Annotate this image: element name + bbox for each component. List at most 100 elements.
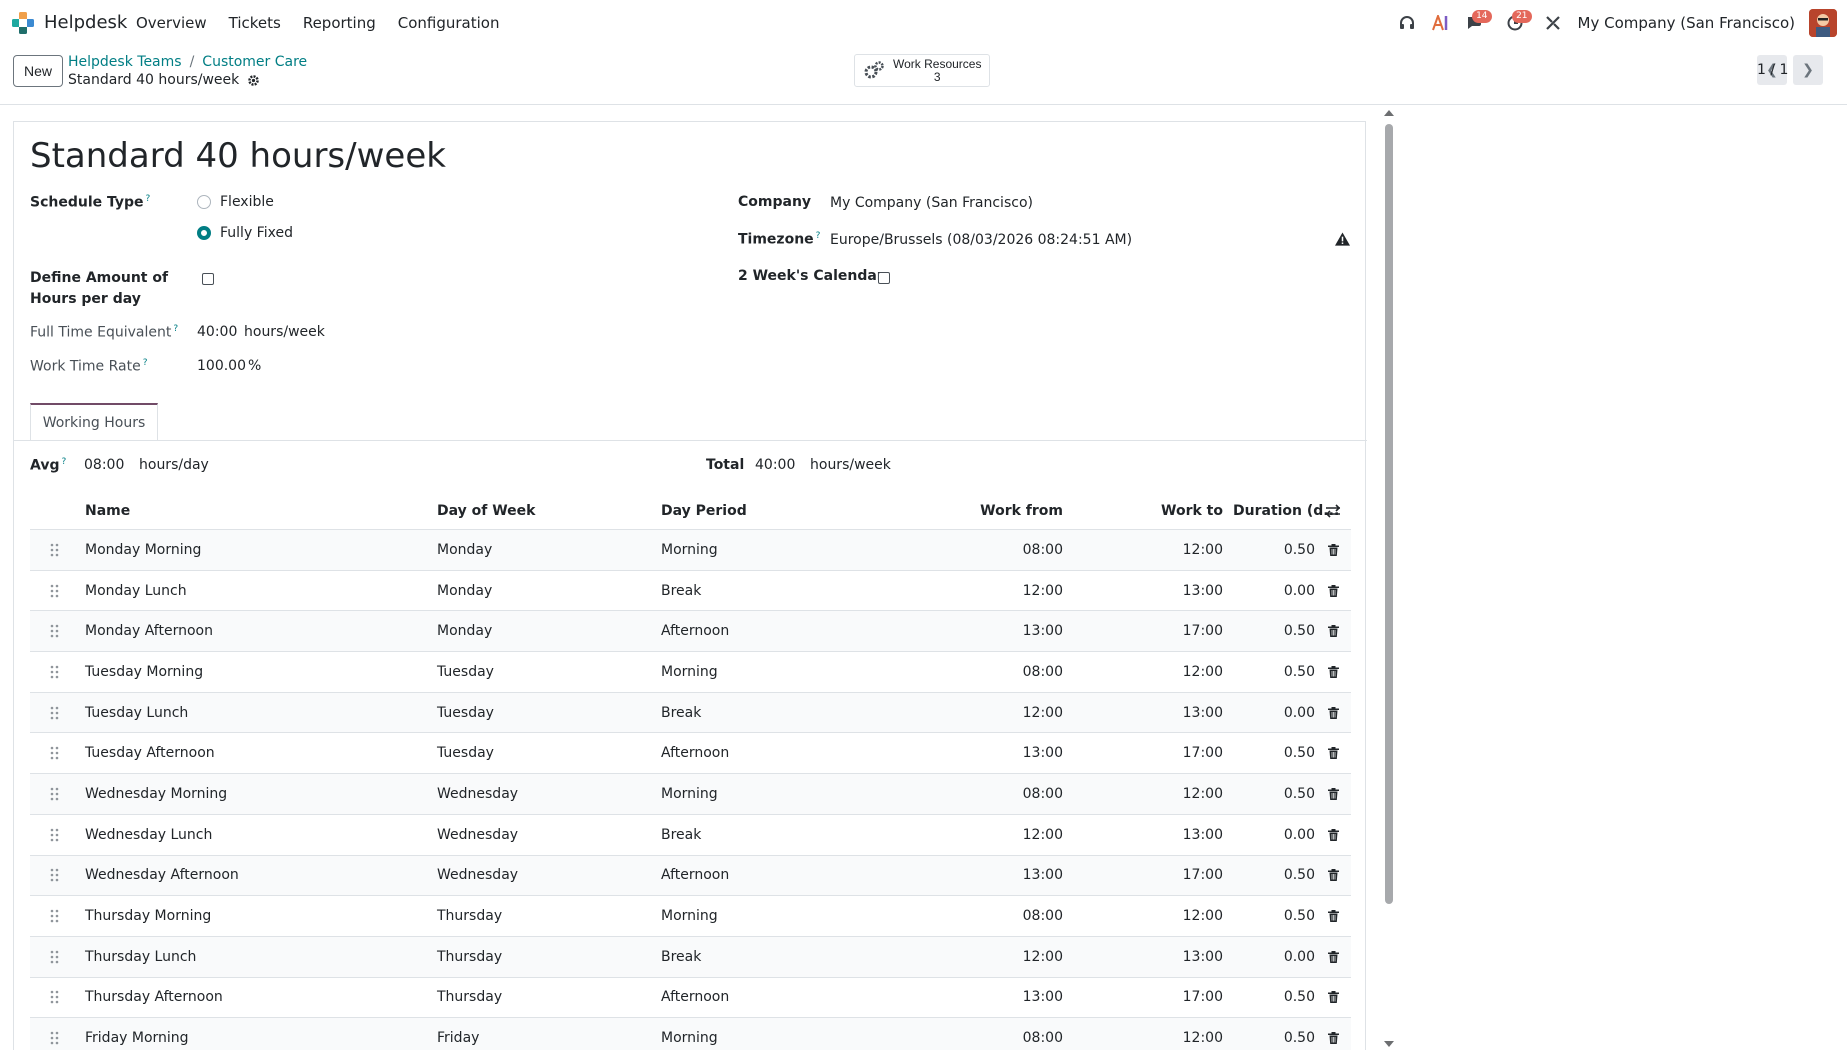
company-switcher[interactable]: My Company (San Francisco) bbox=[1578, 14, 1795, 32]
cell-day-of-week[interactable]: Monday bbox=[437, 530, 492, 570]
ai-icon[interactable] bbox=[1424, 0, 1458, 46]
cell-work-to[interactable]: 12:00 bbox=[1090, 1018, 1223, 1050]
cell-work-to[interactable]: 17:00 bbox=[1090, 733, 1223, 773]
cell-duration[interactable]: 0.50 bbox=[1232, 774, 1315, 814]
two-week-calendar-checkbox[interactable] bbox=[878, 272, 890, 284]
trash-icon[interactable] bbox=[1325, 1018, 1341, 1050]
cell-duration[interactable]: 0.00 bbox=[1232, 693, 1315, 733]
col-name[interactable]: Name bbox=[85, 492, 130, 529]
cell-duration[interactable]: 0.00 bbox=[1232, 815, 1315, 855]
cell-work-to[interactable]: 13:00 bbox=[1090, 815, 1223, 855]
drag-handle-icon[interactable] bbox=[50, 896, 62, 936]
drag-handle-icon[interactable] bbox=[50, 774, 62, 814]
cell-name[interactable]: Tuesday Afternoon bbox=[85, 733, 215, 773]
cell-day-of-week[interactable]: Monday bbox=[437, 571, 492, 611]
drag-handle-icon[interactable] bbox=[50, 937, 62, 977]
col-duration[interactable]: Duration (d... bbox=[1233, 492, 1339, 529]
cell-work-from[interactable]: 12:00 bbox=[930, 571, 1063, 611]
menu-reporting[interactable]: Reporting bbox=[303, 14, 376, 32]
drag-handle-icon[interactable] bbox=[50, 571, 62, 611]
cell-work-to[interactable]: 12:00 bbox=[1090, 896, 1223, 936]
trash-icon[interactable] bbox=[1325, 774, 1341, 814]
trash-icon[interactable] bbox=[1325, 611, 1341, 651]
cell-duration[interactable]: 0.50 bbox=[1232, 1018, 1315, 1050]
drag-handle-icon[interactable] bbox=[50, 611, 62, 651]
cell-duration[interactable]: 0.50 bbox=[1232, 856, 1315, 896]
gear-icon[interactable] bbox=[247, 74, 260, 87]
cell-day-of-week[interactable]: Friday bbox=[437, 1018, 479, 1050]
table-row[interactable]: Thursday Morning Thursday Morning 08:00 … bbox=[30, 896, 1351, 937]
work-rate-value[interactable]: 100.00 bbox=[197, 358, 246, 374]
cell-work-from[interactable]: 13:00 bbox=[930, 733, 1063, 773]
cell-duration[interactable]: 0.00 bbox=[1232, 571, 1315, 611]
table-row[interactable]: Tuesday Morning Tuesday Morning 08:00 12… bbox=[30, 652, 1351, 693]
cell-day-period[interactable]: Morning bbox=[661, 774, 718, 814]
cell-work-from[interactable]: 08:00 bbox=[930, 652, 1063, 692]
col-day-period[interactable]: Day Period bbox=[661, 492, 747, 529]
app-name[interactable]: Helpdesk bbox=[44, 12, 127, 33]
cell-day-of-week[interactable]: Thursday bbox=[437, 896, 502, 936]
cell-work-from[interactable]: 13:00 bbox=[930, 978, 1063, 1018]
cell-name[interactable]: Monday Lunch bbox=[85, 571, 187, 611]
cell-name[interactable]: Tuesday Morning bbox=[85, 652, 203, 692]
cell-duration[interactable]: 0.50 bbox=[1232, 896, 1315, 936]
cell-name[interactable]: Wednesday Morning bbox=[85, 774, 227, 814]
table-row[interactable]: Monday Morning Monday Morning 08:00 12:0… bbox=[30, 530, 1351, 571]
cell-day-of-week[interactable]: Wednesday bbox=[437, 774, 518, 814]
table-row[interactable]: Wednesday Morning Wednesday Morning 08:0… bbox=[30, 774, 1351, 815]
cell-day-of-week[interactable]: Thursday bbox=[437, 937, 502, 977]
table-row[interactable]: Monday Lunch Monday Break 12:00 13:00 0.… bbox=[30, 571, 1351, 612]
drag-handle-icon[interactable] bbox=[50, 652, 62, 692]
scroll-up-arrow-icon[interactable] bbox=[1384, 110, 1394, 116]
scroll-down-arrow-icon[interactable] bbox=[1384, 1041, 1394, 1047]
drag-handle-icon[interactable] bbox=[50, 856, 62, 896]
cell-name[interactable]: Wednesday Lunch bbox=[85, 815, 212, 855]
cell-duration[interactable]: 0.50 bbox=[1232, 611, 1315, 651]
cell-work-to[interactable]: 13:00 bbox=[1090, 937, 1223, 977]
menu-overview[interactable]: Overview bbox=[136, 14, 207, 32]
trash-icon[interactable] bbox=[1325, 937, 1341, 977]
cell-day-period[interactable]: Break bbox=[661, 937, 701, 977]
scrollbar-thumb[interactable] bbox=[1385, 124, 1393, 904]
cell-day-of-week[interactable]: Tuesday bbox=[437, 733, 494, 773]
form-scrollbar[interactable] bbox=[1384, 110, 1394, 1050]
table-row[interactable]: Thursday Afternoon Thursday Afternoon 13… bbox=[30, 978, 1351, 1019]
cell-day-period[interactable]: Break bbox=[661, 571, 701, 611]
calendar-name-field[interactable]: Standard 40 hours/week bbox=[30, 136, 446, 176]
pager-value[interactable]: 1 / 1 bbox=[1757, 62, 1788, 78]
cell-duration[interactable]: 0.50 bbox=[1232, 652, 1315, 692]
cell-work-from[interactable]: 12:00 bbox=[930, 693, 1063, 733]
optional-columns-toggle-icon[interactable] bbox=[1325, 492, 1341, 529]
trash-icon[interactable] bbox=[1325, 815, 1341, 855]
cell-work-from[interactable]: 08:00 bbox=[930, 896, 1063, 936]
cell-work-to[interactable]: 12:00 bbox=[1090, 652, 1223, 692]
cell-work-from[interactable]: 13:00 bbox=[930, 856, 1063, 896]
cell-day-of-week[interactable]: Thursday bbox=[437, 978, 502, 1018]
cell-work-from[interactable]: 08:00 bbox=[930, 1018, 1063, 1050]
cell-day-period[interactable]: Afternoon bbox=[661, 856, 729, 896]
table-row[interactable]: Monday Afternoon Monday Afternoon 13:00 … bbox=[30, 611, 1351, 653]
cell-day-period[interactable]: Afternoon bbox=[661, 978, 729, 1018]
company-field[interactable]: My Company (San Francisco) bbox=[830, 195, 1033, 211]
cell-day-period[interactable]: Break bbox=[661, 693, 701, 733]
table-row[interactable]: Wednesday Afternoon Wednesday Afternoon … bbox=[30, 855, 1351, 897]
breadcrumb-customer-care[interactable]: Customer Care bbox=[202, 54, 307, 70]
drag-handle-icon[interactable] bbox=[50, 733, 62, 773]
trash-icon[interactable] bbox=[1325, 856, 1341, 896]
cell-work-from[interactable]: 08:00 bbox=[930, 530, 1063, 570]
cell-name[interactable]: Tuesday Lunch bbox=[85, 693, 188, 733]
radio-flexible[interactable]: Flexible bbox=[197, 194, 274, 210]
define-hours-checkbox[interactable] bbox=[202, 273, 214, 285]
drag-handle-icon[interactable] bbox=[50, 693, 62, 733]
cell-work-from[interactable]: 13:00 bbox=[930, 611, 1063, 651]
drag-handle-icon[interactable] bbox=[50, 978, 62, 1018]
cell-work-to[interactable]: 12:00 bbox=[1090, 530, 1223, 570]
table-row[interactable]: Tuesday Lunch Tuesday Break 12:00 13:00 … bbox=[30, 692, 1351, 734]
cell-day-period[interactable]: Morning bbox=[661, 1018, 718, 1050]
table-row[interactable]: Friday Morning Friday Morning 08:00 12:0… bbox=[30, 1018, 1351, 1050]
drag-handle-icon[interactable] bbox=[50, 530, 62, 570]
table-row[interactable]: Tuesday Afternoon Tuesday Afternoon 13:0… bbox=[30, 733, 1351, 775]
radio-fully-fixed-dot[interactable] bbox=[197, 226, 211, 240]
user-avatar[interactable] bbox=[1809, 9, 1837, 37]
breadcrumb-helpdesk-teams[interactable]: Helpdesk Teams bbox=[68, 54, 182, 70]
